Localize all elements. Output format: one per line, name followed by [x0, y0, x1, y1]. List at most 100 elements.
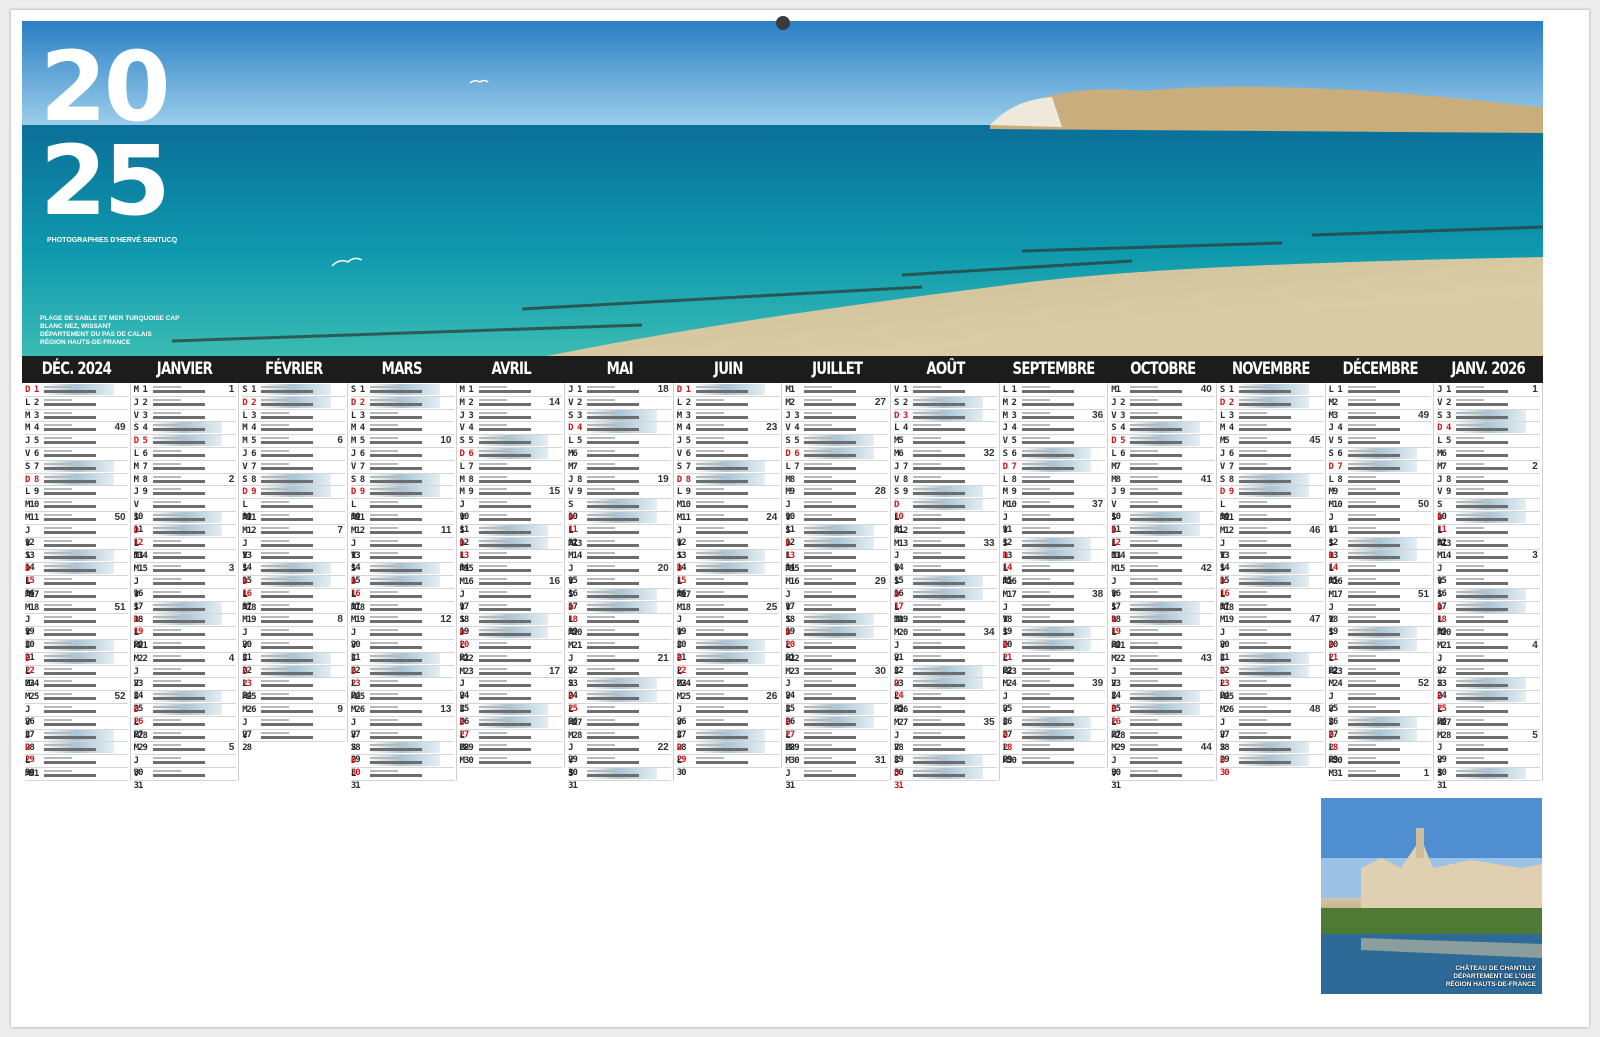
- month-column: JUIN D 1 L 2 M 3 M 4 23 J 5V 6 S 7 D 8 L 9 M10 M11 2…: [673, 356, 783, 781]
- saint-name-block: [1236, 563, 1309, 575]
- saint-name-block: [1454, 716, 1526, 728]
- day-label: J 2: [1111, 397, 1125, 408]
- saint-name-block: [42, 627, 114, 639]
- day-row: M1: [785, 384, 888, 397]
- day-row: V 10: [1111, 499, 1214, 522]
- saint-name-block: [802, 384, 874, 395]
- saint-name-block: [802, 486, 874, 498]
- day-row: D 26: [133, 703, 237, 727]
- day-label: D 2: [1219, 397, 1234, 408]
- saint-name-block: [802, 716, 874, 728]
- saint-name-block: [802, 627, 874, 639]
- week-number: 46: [1309, 524, 1321, 536]
- day-row: M2: [1328, 396, 1432, 410]
- day-row: M 8: [459, 473, 563, 487]
- week-number: 48: [1309, 703, 1321, 715]
- saint-name-block: [1345, 435, 1418, 447]
- saint-name-block: [1454, 691, 1526, 703]
- day-list: M1 40 J 2 V 3 S 4 D 5L 6 M7 M8 41 J 9V 10 S 11 D 12…: [1108, 383, 1217, 791]
- week-number: 39: [1092, 678, 1104, 690]
- saint-name-block: [1019, 384, 1092, 395]
- saint-name-block: [259, 435, 331, 447]
- saint-name-block: [1128, 447, 1200, 459]
- saint-name-block: [42, 384, 114, 395]
- day-row: M17: [676, 588, 780, 602]
- saint-name-block: [1019, 755, 1092, 767]
- day-row: D 5: [1111, 435, 1214, 448]
- month-name-text: OCTOBRE: [1129, 359, 1196, 379]
- week-number: 30: [874, 665, 886, 677]
- day-label: L 7: [785, 461, 799, 472]
- day-row: V 18: [459, 601, 563, 625]
- day-row: D 17: [894, 588, 997, 612]
- day-row: L 23: [676, 665, 780, 689]
- week-number: 11: [440, 524, 452, 536]
- saint-name-block: [1128, 601, 1200, 613]
- saint-name-block: [585, 614, 657, 626]
- saint-name-block: [585, 486, 657, 498]
- saint-name-block: [911, 486, 983, 498]
- day-row: L 10: [1219, 499, 1323, 522]
- saint-name-block: [1236, 511, 1309, 523]
- day-label: M13: [1437, 538, 1451, 549]
- saint-name-block: [150, 537, 223, 549]
- saint-name-block: [1128, 537, 1200, 549]
- day-row: L 12: [1437, 524, 1540, 548]
- day-row: D 2: [1219, 396, 1323, 410]
- day-row: V 28: [1219, 729, 1323, 753]
- day-row: J 23: [133, 665, 237, 689]
- saint-name-block: [367, 639, 440, 651]
- saint-name-block: [802, 460, 874, 472]
- day-label: V 31: [133, 768, 144, 791]
- day-list: S 1D 2L 3M 4M 56J 6V 7S 8D 9L 10 M11 M12 7 J…: [239, 383, 348, 753]
- day-row: J 5: [676, 435, 780, 448]
- saint-name-block: [42, 703, 114, 715]
- saint-name-block: [1345, 563, 1418, 575]
- day-row: S 17: [568, 588, 671, 612]
- day-row: M 5 10: [350, 435, 454, 448]
- saint-name-block: [1128, 422, 1200, 434]
- day-row: M24: [676, 678, 780, 692]
- saint-name-block: [1128, 588, 1200, 600]
- saint-name-block: [476, 422, 549, 434]
- day-row: J 16: [1111, 575, 1214, 599]
- day-label: L 8: [1328, 474, 1343, 485]
- month-name: JANV. 2026: [1434, 356, 1543, 383]
- day-label: M 4: [676, 423, 691, 434]
- day-row: M12 46: [1219, 524, 1323, 538]
- saint-name-block: [1454, 678, 1526, 690]
- day-row: V 6: [676, 447, 780, 461]
- day-label: M23: [785, 666, 799, 677]
- day-row: V 3: [1111, 409, 1214, 423]
- day-label: M24: [25, 679, 39, 690]
- day-label: D 4: [568, 423, 582, 434]
- week-number: 47: [1309, 614, 1321, 626]
- day-label: M1: [1111, 385, 1121, 395]
- day-row: M23: [1328, 665, 1432, 679]
- day-label: M30: [785, 756, 799, 767]
- day-row: V 24: [133, 678, 237, 701]
- day-label: M10: [676, 500, 691, 511]
- day-label: L 7: [459, 461, 474, 472]
- saint-name-block: [367, 588, 440, 600]
- day-row: S 21: [25, 639, 128, 663]
- saint-name-block: [476, 601, 549, 613]
- saint-name-block: [367, 614, 440, 626]
- day-row: J 24: [785, 678, 888, 701]
- saint-name-block: [476, 678, 549, 690]
- day-label: M28: [1437, 730, 1451, 741]
- day-label: D 9: [242, 487, 256, 498]
- day-label: S 8: [1219, 474, 1234, 485]
- saint-name-block: [1128, 473, 1200, 485]
- day-row: J 10: [459, 499, 563, 522]
- week-number: 7: [337, 524, 343, 536]
- day-row: S 11: [1111, 511, 1214, 535]
- day-row: M8: [785, 473, 888, 487]
- day-label: L 3: [1219, 410, 1234, 421]
- day-row: J 14: [894, 550, 997, 573]
- day-list: J 1 18 V 2S 3D 4L 5 M6 M7 J 8 19 V 9S 10 D 11 L 1…: [565, 383, 674, 791]
- day-row: M18: [242, 601, 345, 615]
- month-name-text: AOÛT: [926, 359, 965, 379]
- saint-name-block: [150, 627, 223, 639]
- day-row: S 10: [1437, 499, 1540, 522]
